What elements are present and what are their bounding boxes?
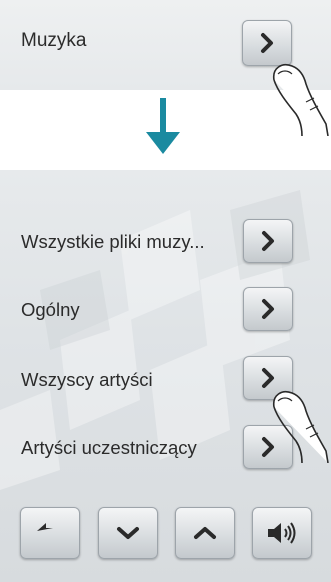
menu-item-participating-artists[interactable]: Artyści uczestniczący <box>21 437 197 459</box>
pointing-hand-icon <box>272 64 329 136</box>
chevron-right-icon <box>262 299 274 319</box>
scroll-down-button[interactable] <box>98 507 158 559</box>
chevron-down-icon <box>117 527 139 539</box>
submenu-panel: Wszystkie pliki muzy... Ogólny Wszyscy a… <box>0 170 331 582</box>
back-button[interactable] <box>20 507 80 559</box>
music-label: Muzyka <box>21 30 87 51</box>
menu-item-all-artists[interactable]: Wszyscy artyści <box>21 369 153 391</box>
volume-icon <box>268 522 296 544</box>
pointing-hand-icon <box>272 391 329 463</box>
chevron-up-icon <box>194 527 216 539</box>
menu-item-all-music[interactable]: Wszystkie pliki muzy... <box>21 231 205 253</box>
all-music-open-button[interactable] <box>243 219 293 263</box>
scroll-up-button[interactable] <box>175 507 235 559</box>
back-arrow-icon <box>37 523 53 531</box>
top-menu-row: Muzyka <box>0 0 331 136</box>
chevron-right-icon <box>261 33 273 53</box>
chevron-right-icon <box>262 231 274 251</box>
arrow-down-icon <box>146 98 180 154</box>
general-open-button[interactable] <box>243 287 293 331</box>
volume-button[interactable] <box>252 507 312 559</box>
menu-item-general[interactable]: Ogólny <box>21 299 80 321</box>
